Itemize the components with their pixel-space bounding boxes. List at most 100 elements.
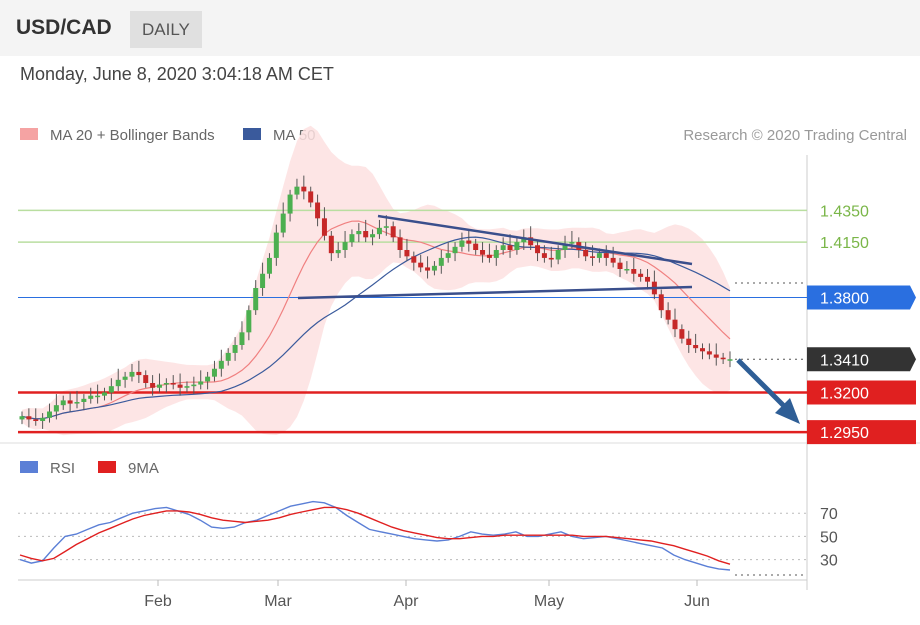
support-label: 1.2950 (820, 425, 869, 442)
candle-body (376, 227, 382, 235)
candle-body (232, 345, 238, 353)
candle-body (225, 352, 231, 361)
chart-frame: USD/CAD DAILY Monday, June 8, 2020 3:04:… (0, 0, 920, 625)
candle-body (638, 273, 644, 277)
candle-body (335, 250, 341, 254)
ma20-legend-label: MA 20 + Bollinger Bands (50, 127, 215, 144)
month-label: Mar (264, 593, 292, 610)
candle-body (493, 250, 499, 258)
candle-body (356, 231, 362, 235)
candle-body (60, 400, 66, 406)
candle-body (679, 329, 685, 339)
candle-body (569, 242, 575, 244)
candle-body (473, 243, 479, 250)
candle-body (129, 371, 135, 377)
candle-body (81, 398, 87, 402)
candle-body (260, 273, 266, 288)
candle-body (156, 384, 162, 388)
candle-body (218, 360, 224, 369)
candle-body (693, 345, 699, 349)
candle-body (163, 383, 169, 385)
candle-body (33, 419, 39, 421)
candle-body (603, 253, 609, 258)
resistance-label: 1.4150 (820, 235, 869, 252)
candle-body (672, 319, 678, 330)
candle-body (95, 395, 101, 398)
ma9-legend-label: 9MA (128, 460, 159, 477)
candle-body (383, 226, 389, 228)
candle-body (459, 240, 465, 247)
candle-body (53, 405, 59, 412)
candle-body (370, 234, 376, 238)
candle-body (342, 242, 348, 250)
month-label: Apr (394, 593, 420, 610)
candle-body (198, 381, 204, 385)
candle-body (624, 269, 630, 271)
candle-body (115, 379, 121, 387)
candle-body (122, 376, 128, 380)
candle-body (452, 246, 458, 254)
month-label: Feb (144, 593, 172, 610)
candle-body (535, 245, 541, 254)
candle-body (706, 351, 712, 355)
candle-body (26, 416, 32, 420)
candle-body (101, 392, 107, 396)
candle-body (686, 338, 692, 345)
rsi-legend-label: RSI (50, 460, 75, 477)
candle-body (583, 250, 589, 257)
candle-body (273, 232, 279, 258)
candle-body (315, 202, 321, 219)
candle-body (74, 402, 80, 404)
ma50-legend-swatch (243, 128, 261, 140)
candle-body (438, 257, 444, 266)
month-label: Jun (684, 593, 710, 610)
candle-body (555, 250, 561, 260)
candle-body (321, 218, 327, 236)
candle-body (514, 242, 520, 250)
candle-body (143, 375, 149, 383)
candle-body (253, 288, 259, 311)
candle-body (466, 240, 472, 244)
candle-body (280, 213, 286, 233)
candle-body (425, 267, 431, 271)
ma9-legend-swatch (98, 461, 116, 473)
rsi-panel: Feb Mar Apr May Jun 70 50 30 (18, 500, 838, 610)
resistance-label: 1.4350 (820, 203, 869, 220)
candle-body (170, 383, 176, 385)
rsi-tick-label: 70 (820, 506, 838, 523)
candle-body (328, 235, 334, 254)
rsi-legend-swatch (20, 461, 38, 473)
candle-body (727, 359, 733, 361)
candle-body (404, 250, 410, 257)
rsi-tick-label: 30 (820, 553, 838, 570)
candle-body (88, 395, 94, 399)
rsi-tick-label: 50 (820, 529, 838, 546)
candle-body (610, 257, 616, 263)
candle-body (150, 383, 156, 388)
candle-body (617, 262, 623, 269)
candle-body (713, 354, 719, 358)
candle-body (418, 262, 424, 268)
candle-body (480, 250, 486, 255)
candle-body (596, 253, 602, 258)
candle-body (590, 256, 596, 258)
candle-body (40, 417, 46, 421)
forecast-arrow-shaft (736, 358, 792, 414)
candle-body (67, 400, 73, 404)
candle-body (19, 416, 25, 420)
candle-body (246, 310, 252, 333)
candle-body (390, 226, 396, 238)
candle-body (507, 245, 513, 250)
candle-body (645, 276, 651, 282)
candle-body (500, 245, 506, 250)
pivot-label: 1.3800 (820, 291, 869, 308)
price-panel: 1.4350 1.4150 1.3800 1.3410 1.3200 1.2950 (0, 125, 920, 590)
candle-body (108, 386, 114, 393)
candle-body (349, 234, 355, 243)
last-price-label: 1.3410 (820, 352, 869, 369)
candle-body (486, 254, 492, 258)
candle-body (665, 310, 671, 320)
candle-body (700, 348, 706, 352)
price-chart: MA 20 + Bollinger Bands MA 50 Research ©… (0, 125, 920, 610)
candle-body (445, 253, 451, 258)
